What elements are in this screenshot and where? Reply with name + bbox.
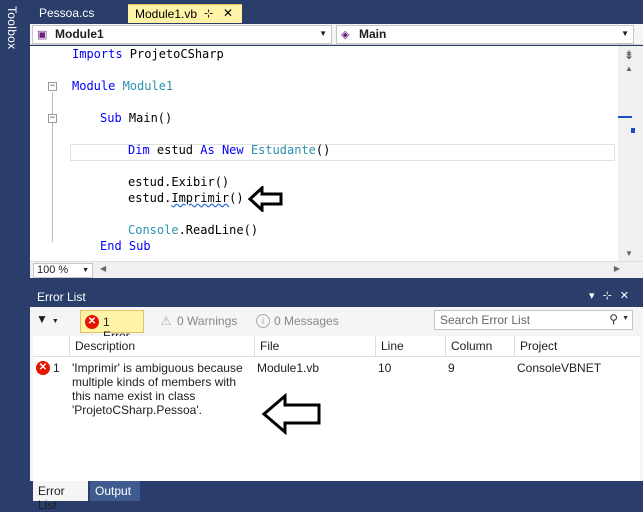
messages-label: 0 Messages — [274, 314, 339, 328]
search-icon[interactable]: ⚲ — [609, 312, 618, 326]
error-list-panel: Error List ▾⊹✕ ▼▼ ✕1 Error ⚠0 Warnings i… — [30, 287, 643, 512]
annotation-arrow-error — [261, 393, 321, 435]
column-header-description[interactable]: Description — [69, 336, 255, 357]
type-dropdown-value: Module1 — [55, 27, 104, 41]
error-description: 'Imprimir' is ambiguous because multiple… — [72, 361, 243, 417]
column-header-file[interactable]: File — [254, 336, 376, 357]
collapse-sub-icon[interactable]: − — [48, 114, 57, 123]
search-error-list-input[interactable]: Search Error List ⚲ ▼ — [434, 310, 633, 330]
table-header: Description File Line Column Project — [33, 336, 640, 357]
error-table: Description File Line Column Project ✕ 1… — [33, 336, 640, 481]
error-column: 9 — [448, 361, 455, 375]
error-line: 10 — [378, 361, 392, 375]
column-header-line[interactable]: Line — [375, 336, 446, 357]
column-header-project[interactable]: Project — [514, 336, 640, 357]
error-number: 1 — [53, 361, 60, 375]
code-editor: Pessoa.cs Module1.vb ⊹ ✕ ▣ Module1 ▼ ◈ M… — [30, 0, 643, 282]
pin-icon[interactable]: ⊹ — [603, 290, 620, 302]
code-text-area[interactable]: − − Imports ProjetoCSharp Module Module1… — [30, 46, 618, 261]
scroll-caret-marker — [618, 116, 632, 118]
toolbox-label[interactable]: Toolbox — [5, 6, 19, 49]
error-list-toolbar: ▼▼ ✕1 Error ⚠0 Warnings i0 Messages Sear… — [30, 308, 643, 343]
document-tabs: Pessoa.cs Module1.vb ⊹ ✕ — [30, 4, 643, 23]
split-window-icon[interactable]: ⇟ — [624, 48, 634, 62]
code-line-sub: Sub Main() — [100, 111, 173, 125]
code-line-module: Module Module1 — [72, 79, 174, 93]
method-cube-icon: ◈ — [341, 29, 350, 41]
scroll-down-icon[interactable]: ▼ — [625, 249, 633, 258]
scroll-left-icon[interactable]: ◀ — [100, 264, 106, 273]
filter-icon: ▼ — [36, 312, 48, 326]
error-list-titlebar: Error List ▾⊹✕ — [30, 287, 643, 307]
scroll-error-marker — [631, 128, 635, 133]
chevron-down-icon: ▼ — [51, 318, 59, 325]
filter-button[interactable]: ▼ ▼ — [36, 312, 59, 326]
module-icon: ▣ — [37, 29, 48, 41]
zoom-value: 100 % — [37, 264, 69, 276]
annotation-arrow-code — [248, 186, 283, 212]
info-icon: i — [256, 314, 270, 328]
error-squiggle: Imprimir — [171, 191, 230, 205]
type-dropdown[interactable]: ▣ Module1 ▼ — [32, 25, 332, 44]
vertical-scrollbar[interactable]: ⇟ ▲ ▼ — [618, 46, 643, 261]
code-line-console: Console.ReadLine() — [128, 223, 259, 237]
close-icon[interactable]: ✕ — [223, 6, 233, 20]
toolbox-sidebar[interactable]: Toolbox — [0, 0, 30, 511]
warnings-filter-toggle[interactable]: ⚠ 0 Warnings — [155, 310, 245, 333]
error-icon: ✕ — [36, 361, 50, 375]
messages-filter-toggle[interactable]: i 0 Messages — [252, 310, 372, 333]
tab-label: Pessoa.cs — [39, 6, 95, 20]
column-header-icon[interactable] — [33, 336, 69, 357]
tab-label: Module1.vb — [135, 7, 198, 21]
chevron-down-icon[interactable]: ▼ — [622, 315, 629, 322]
panel-title: Error List — [37, 290, 86, 304]
navigation-bar: ▣ Module1 ▼ ◈ Main ▼ — [30, 24, 643, 45]
search-placeholder: Search Error List — [440, 313, 531, 327]
code-line-exibir: estud.Exibir() — [128, 175, 230, 189]
member-dropdown-value: Main — [359, 27, 387, 41]
scroll-up-icon[interactable]: ▲ — [625, 64, 633, 73]
table-row[interactable]: ✕ 1 'Imprimir' is ambiguous because mult… — [33, 358, 640, 430]
close-icon[interactable]: ✕ — [620, 290, 637, 302]
tab-output[interactable]: Output — [90, 481, 140, 501]
editor-status-bar: 100 % ▼ ◀ ▶ — [30, 261, 643, 278]
pin-icon[interactable]: ⊹ — [204, 7, 213, 20]
bottom-tab-strip: Error List Output — [30, 481, 643, 512]
warnings-label: 0 Warnings — [177, 314, 238, 328]
window-position-icon[interactable]: ▾ — [589, 290, 603, 302]
code-line-endsub: End Sub — [100, 239, 151, 253]
horizontal-scrollbar[interactable]: ◀ ▶ — [100, 264, 620, 275]
code-line-imports: Imports ProjetoCSharp — [72, 47, 224, 61]
errors-filter-toggle[interactable]: ✕1 Error — [80, 310, 144, 343]
tab-pessoa-cs[interactable]: Pessoa.cs — [32, 4, 122, 23]
warning-icon: ⚠ — [160, 314, 172, 328]
chevron-down-icon: ▼ — [82, 267, 89, 274]
code-line-dim: Dim estud As New Estudante() — [128, 143, 331, 157]
column-header-column[interactable]: Column — [445, 336, 515, 357]
error-icon: ✕ — [85, 315, 99, 329]
error-file: Module1.vb — [257, 361, 320, 375]
zoom-dropdown[interactable]: 100 % ▼ — [33, 263, 93, 278]
collapse-module-icon[interactable]: − — [48, 82, 57, 91]
code-line-imprimir: estud.Imprimir() — [128, 191, 244, 205]
chevron-down-icon: ▼ — [621, 29, 629, 38]
chevron-down-icon: ▼ — [319, 29, 327, 38]
tab-module1-vb[interactable]: Module1.vb ⊹ ✕ — [128, 4, 242, 23]
error-project: ConsoleVBNET — [517, 361, 602, 375]
scroll-right-icon[interactable]: ▶ — [614, 264, 620, 273]
tab-error-list[interactable]: Error List — [33, 481, 88, 512]
member-dropdown[interactable]: ◈ Main ▼ — [336, 25, 634, 44]
